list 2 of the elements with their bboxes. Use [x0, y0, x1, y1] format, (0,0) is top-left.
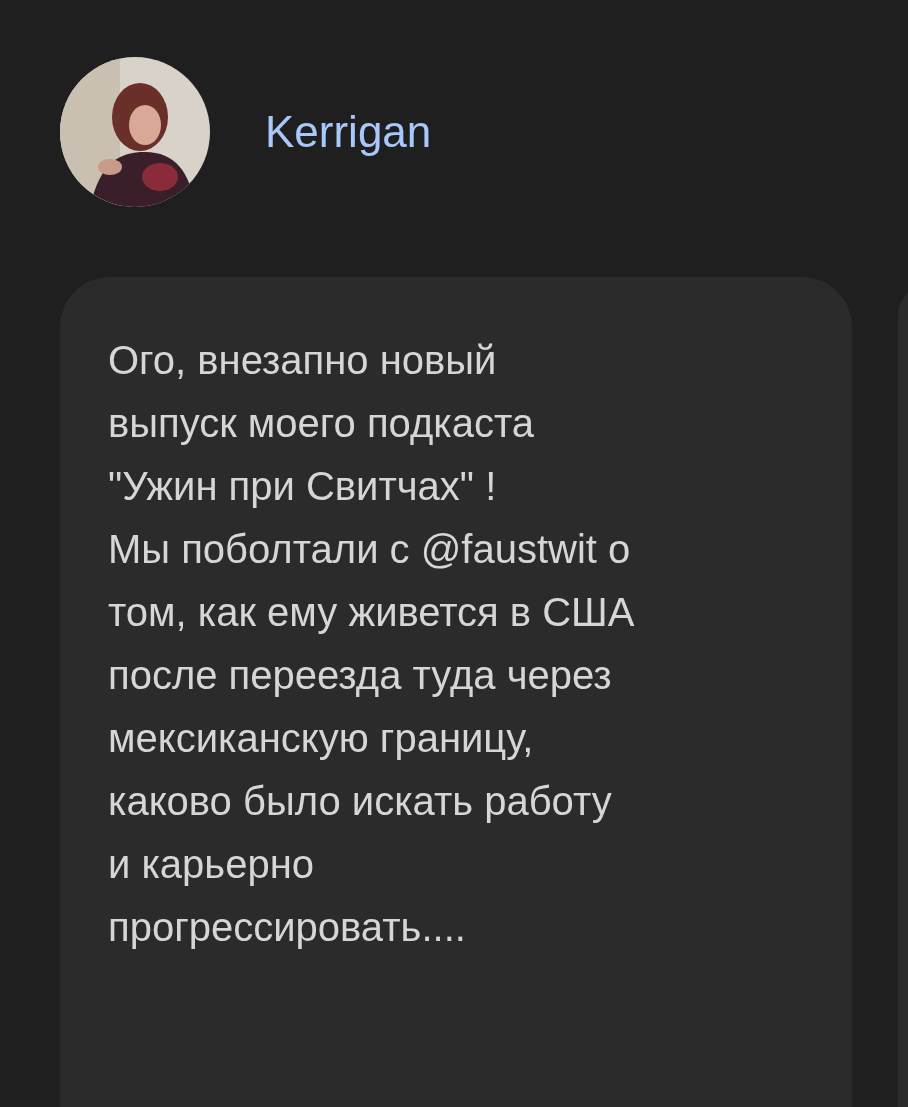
- author-name[interactable]: Kerrigan: [265, 110, 432, 154]
- message-text: Ого, внезапно новый выпуск моего подкаста "Ужин при Свитчах" ! Мы поболтали с @faustwit о том, как ему живется в США после переезда туда через мексиканскую границу, каково было искать работу и карьерно прогрессировать....: [108, 337, 636, 951]
